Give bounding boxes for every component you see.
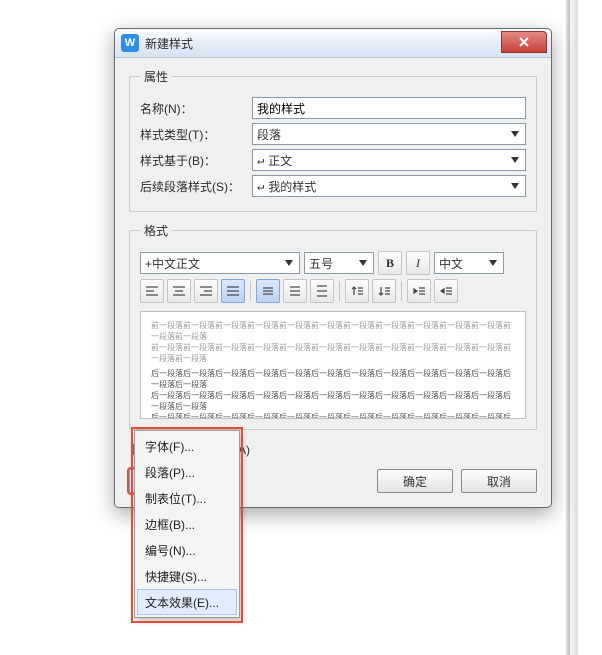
- align-right-button[interactable]: [194, 279, 218, 303]
- chevron-down-icon: [281, 255, 297, 271]
- separator: [339, 281, 340, 301]
- preview-line: 前一段落前一段落前一段落前一段落前一段落前一段落前一段落前一段落前一段落前一段落…: [151, 342, 515, 364]
- align-center-button[interactable]: [167, 279, 191, 303]
- based-on-value: 正文: [268, 152, 292, 169]
- return-icon: ↵: [257, 153, 264, 167]
- font-select[interactable]: +中文正文: [140, 252, 300, 274]
- app-icon: W: [121, 34, 139, 52]
- page-shadow: [570, 0, 578, 655]
- page-edge: [566, 0, 570, 655]
- cancel-button[interactable]: 取消: [461, 469, 537, 493]
- font-value: +中文正文: [145, 255, 200, 272]
- menu-item-font[interactable]: 字体(F)...: [137, 433, 237, 459]
- preview-pane: 前一段落前一段落前一段落前一段落前一段落前一段落前一段落前一段落前一段落前一段落…: [140, 311, 526, 419]
- format-dropdown-menu: 字体(F)... 段落(P)... 制表位(T)... 边框(B)... 编号(…: [134, 430, 240, 618]
- menu-item-tabs[interactable]: 制表位(T)...: [137, 485, 237, 511]
- close-icon: [519, 37, 529, 47]
- name-label: 名称(N)：: [140, 100, 252, 117]
- bold-button[interactable]: B: [378, 251, 402, 275]
- decrease-indent-button[interactable]: [407, 279, 431, 303]
- name-input[interactable]: [252, 97, 526, 119]
- chevron-down-icon: [507, 178, 523, 194]
- style-type-value: 段落: [257, 126, 281, 143]
- chevron-down-icon: [355, 255, 371, 271]
- chevron-down-icon: [485, 255, 501, 271]
- menu-item-numbering[interactable]: 编号(N)...: [137, 537, 237, 563]
- menu-item-border[interactable]: 边框(B)...: [137, 511, 237, 537]
- titlebar[interactable]: W 新建样式: [115, 29, 551, 58]
- font-size-select[interactable]: 五号: [304, 252, 374, 274]
- following-value: 我的样式: [268, 178, 316, 195]
- properties-legend: 属性: [140, 68, 172, 85]
- ok-button[interactable]: 确定: [377, 469, 453, 493]
- language-value: 中文: [439, 255, 463, 272]
- following-label: 后续段落样式(S)：: [140, 178, 252, 195]
- line-spacing-normal-button[interactable]: [283, 279, 307, 303]
- based-on-label: 样式基于(B)：: [140, 152, 252, 169]
- app-icon-letter: W: [125, 37, 135, 49]
- italic-button[interactable]: I: [406, 251, 430, 275]
- properties-group: 属性 名称(N)： 样式类型(T)： 段落 样式基于(B)： ↵: [129, 68, 537, 212]
- preview-line: 后一段落后一段落后一段落后一段落后一段落后一段落后一段落后一段落后一段落后一段落…: [151, 412, 515, 419]
- format-group: 格式 +中文正文 五号 B I 中文: [129, 222, 537, 430]
- chevron-down-icon: [507, 152, 523, 168]
- menu-item-shortcut[interactable]: 快捷键(S)...: [137, 563, 237, 589]
- window-title: 新建样式: [145, 35, 193, 52]
- align-left-button[interactable]: [140, 279, 164, 303]
- increase-indent-button[interactable]: [434, 279, 458, 303]
- close-button[interactable]: [501, 31, 547, 53]
- separator: [250, 281, 251, 301]
- align-justify-button[interactable]: [221, 279, 245, 303]
- based-on-select[interactable]: ↵ 正文: [252, 149, 526, 171]
- following-select[interactable]: ↵ 我的样式: [252, 175, 526, 197]
- chevron-down-icon: [507, 126, 523, 142]
- line-spacing-tight-button[interactable]: [256, 279, 280, 303]
- font-size-value: 五号: [309, 255, 333, 272]
- decrease-para-space-button[interactable]: [372, 279, 396, 303]
- preview-line: 后一段落后一段落后一段落后一段落后一段落后一段落后一段落后一段落后一段落后一段落…: [151, 368, 515, 390]
- format-legend: 格式: [140, 222, 172, 239]
- preview-line: 后一段落后一段落后一段落后一段落后一段落后一段落后一段落后一段落后一段落后一段落…: [151, 390, 515, 412]
- increase-para-space-button[interactable]: [345, 279, 369, 303]
- menu-item-paragraph[interactable]: 段落(P)...: [137, 459, 237, 485]
- language-select[interactable]: 中文: [434, 252, 504, 274]
- preview-line: 前一段落前一段落前一段落前一段落前一段落前一段落前一段落前一段落前一段落前一段落…: [151, 320, 515, 342]
- return-icon: ↵: [257, 179, 264, 193]
- style-type-label: 样式类型(T)：: [140, 126, 252, 143]
- separator: [401, 281, 402, 301]
- style-type-select[interactable]: 段落: [252, 123, 526, 145]
- line-spacing-loose-button[interactable]: [310, 279, 334, 303]
- menu-item-text-effect[interactable]: 文本效果(E)...: [137, 589, 237, 615]
